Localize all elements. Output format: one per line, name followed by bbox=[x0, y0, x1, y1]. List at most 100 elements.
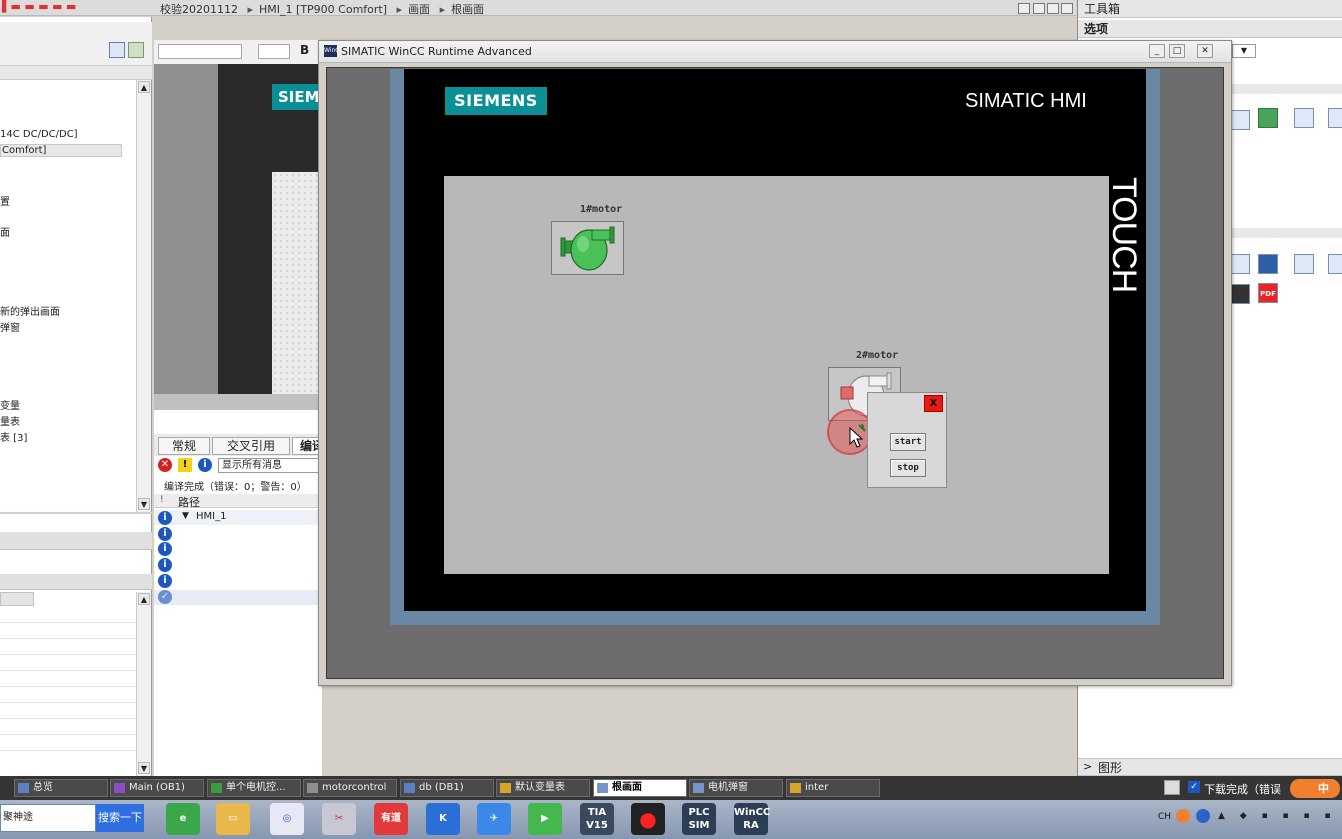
toolbox-graphics[interactable]: 图形 bbox=[1078, 758, 1342, 776]
ime-indicator[interactable]: 中 bbox=[1290, 779, 1340, 798]
tab-db1[interactable]: db (DB1) bbox=[400, 779, 494, 797]
tray-sogou-icon[interactable] bbox=[1176, 809, 1190, 823]
font-select[interactable] bbox=[158, 44, 242, 59]
graphics-expand-icon[interactable]: > bbox=[1083, 760, 1092, 773]
tree-item-popup-new[interactable]: 新的弹出画面 bbox=[0, 303, 60, 318]
tab-single-motor[interactable]: 单个电机控... bbox=[207, 779, 301, 797]
folder-icon[interactable]: ▭ bbox=[216, 803, 250, 835]
bar-icon[interactable] bbox=[1258, 108, 1278, 128]
tree-item-config[interactable]: 置 bbox=[0, 193, 10, 208]
scroll-up-icon[interactable]: ▲ bbox=[138, 81, 150, 93]
tab-default-tag-table[interactable]: 默认变量表 bbox=[496, 779, 590, 797]
camera-icon[interactable] bbox=[1230, 284, 1250, 304]
media-player-icon[interactable] bbox=[1258, 254, 1278, 274]
tab-general[interactable]: 常规 bbox=[158, 437, 210, 455]
tree-view-icon[interactable] bbox=[109, 42, 125, 58]
io-field-icon[interactable] bbox=[1230, 110, 1250, 130]
tia-portal-icon[interactable]: TIA V15 bbox=[580, 803, 614, 835]
inspector-panel: 常规 交叉引用 编译 ✕ ! i 显示所有消息 编译完成（错误：0；警告：0） … bbox=[154, 410, 332, 776]
editor-maximize-button[interactable] bbox=[1047, 3, 1059, 14]
tree-item-tags[interactable]: 变量 bbox=[0, 397, 20, 412]
symbolic-io-icon[interactable] bbox=[1294, 108, 1314, 128]
toolbox-title: 工具箱 bbox=[1078, 0, 1342, 18]
runtime-minimize-button[interactable]: _ bbox=[1149, 44, 1165, 58]
message-filter-select[interactable]: 显示所有消息 bbox=[218, 458, 322, 473]
tree-item-screens[interactable]: 面 bbox=[0, 224, 10, 239]
info-icon: i bbox=[158, 542, 172, 556]
tray-icons[interactable]: ▲ ◆ ▪ ▪ ▪ ▪ bbox=[1218, 811, 1338, 823]
info-icon: i bbox=[158, 527, 172, 541]
youdao-icon[interactable]: 有道 bbox=[374, 803, 408, 835]
editor-restore-button[interactable] bbox=[1033, 3, 1045, 14]
tray-language[interactable]: CH bbox=[1158, 812, 1171, 822]
details-header bbox=[0, 532, 152, 550]
tree-item-tag-table[interactable]: 量表 bbox=[0, 413, 20, 428]
details-selected-cell[interactable] bbox=[0, 592, 34, 606]
editor-device-preview: SIEMENS bbox=[218, 64, 322, 394]
overview-toggle-icon[interactable] bbox=[1164, 780, 1180, 795]
taskbar-search-input[interactable]: 聚神途 bbox=[0, 804, 96, 832]
tab-root-screen[interactable]: 根画面 bbox=[593, 779, 687, 797]
tree-item-plc[interactable]: 14C DC/DC/DC] bbox=[0, 129, 78, 140]
runtime-close-button[interactable]: ✕ bbox=[1197, 44, 1213, 58]
trend-view-icon[interactable] bbox=[1230, 254, 1250, 274]
details-scrollbar[interactable]: ▲ ▼ bbox=[136, 592, 151, 776]
tab-motorcontrol[interactable]: motorcontrol bbox=[303, 779, 397, 797]
f-x-trend-icon[interactable] bbox=[1328, 254, 1342, 274]
warning-filter-icon[interactable]: ! bbox=[178, 458, 192, 472]
pdf-view-icon[interactable]: PDF bbox=[1258, 283, 1278, 303]
font-size-select[interactable] bbox=[258, 44, 290, 59]
scroll-down-icon[interactable]: ▼ bbox=[138, 498, 150, 510]
editor-splitter[interactable] bbox=[154, 394, 322, 410]
expand-arrow-icon[interactable]: ▼ bbox=[182, 511, 189, 521]
compile-row-selected[interactable] bbox=[154, 590, 322, 605]
wincc-runtime-icon[interactable]: WinCC RA bbox=[734, 803, 770, 835]
toolbox-dropdown[interactable]: ▼ bbox=[1232, 44, 1256, 58]
tree-item-popup-motor[interactable]: 弹窗 bbox=[0, 319, 20, 334]
column-path: 路径 bbox=[178, 496, 200, 509]
tree-scrollbar[interactable]: ▲ ▼ bbox=[136, 80, 151, 512]
tree-sync-icon[interactable] bbox=[128, 42, 144, 58]
graphic-io-icon[interactable] bbox=[1328, 108, 1342, 128]
tab-motor-popup[interactable]: 电机弹窗 bbox=[689, 779, 783, 797]
browser-e-icon[interactable]: e bbox=[166, 803, 200, 835]
details-scroll-up-icon[interactable]: ▲ bbox=[138, 593, 150, 605]
motor-1-symbol[interactable] bbox=[551, 221, 624, 275]
bird-icon[interactable]: ✈ bbox=[477, 803, 511, 835]
tab-inter[interactable]: inter bbox=[786, 779, 880, 797]
editor-close-button[interactable] bbox=[1061, 3, 1073, 14]
download-status: 下载完成（错误 bbox=[1204, 783, 1281, 796]
runtime-title-bar[interactable]: WinCC SIMATIC WinCC Runtime Advanced _ □… bbox=[319, 41, 1231, 63]
editor-minimize-button[interactable] bbox=[1018, 3, 1030, 14]
details-scroll-down-icon[interactable]: ▼ bbox=[138, 762, 150, 774]
plcsim-icon[interactable]: PLC SIM bbox=[682, 803, 716, 835]
start-button[interactable]: start bbox=[890, 433, 926, 451]
baidu-icon[interactable]: ◎ bbox=[270, 803, 304, 835]
pump-icon bbox=[560, 226, 615, 271]
tab-cross-reference[interactable]: 交叉引用 bbox=[212, 437, 290, 455]
tag-table-icon bbox=[500, 783, 511, 793]
tab-overview[interactable]: 总览 bbox=[14, 779, 108, 797]
taskbar-search-button[interactable]: 搜索一下 bbox=[96, 804, 144, 832]
tray-help-icon[interactable] bbox=[1196, 809, 1210, 823]
error-filter-icon[interactable]: ✕ bbox=[158, 458, 172, 472]
printer-icon[interactable] bbox=[1294, 254, 1314, 274]
runtime-maximize-button[interactable]: □ bbox=[1169, 44, 1185, 58]
paint-icon[interactable]: ✂ bbox=[322, 803, 356, 835]
tab-label: 默认变量表 bbox=[515, 782, 565, 793]
tree-item-hmi[interactable]: Comfort] bbox=[0, 144, 122, 157]
tab-main-ob1[interactable]: Main (OB1) bbox=[110, 779, 204, 797]
stop-button[interactable]: stop bbox=[890, 459, 926, 477]
windows-taskbar: 聚神途 搜索一下 e ▭ ◎ ✂ 有道 K ✈ ▶ TIA V15 ● PLC … bbox=[0, 800, 1342, 839]
editor-screen-area[interactable] bbox=[272, 172, 322, 394]
info-filter-icon[interactable]: i bbox=[198, 458, 212, 472]
compile-row-hmi[interactable]: ▼ HMI_1 bbox=[154, 510, 322, 525]
record-icon[interactable]: ● bbox=[631, 803, 665, 835]
bold-button[interactable]: B bbox=[300, 43, 309, 57]
hmi-root-screen[interactable]: 1#motor 2#motor bbox=[444, 176, 1109, 574]
play-icon[interactable]: ▶ bbox=[528, 803, 562, 835]
toolbox-options[interactable]: 选项 bbox=[1078, 20, 1342, 38]
tree-item-tag-table-3[interactable]: 表 [3] bbox=[0, 429, 27, 444]
k-app-icon[interactable]: K bbox=[426, 803, 460, 835]
popup-close-button[interactable]: X bbox=[924, 395, 943, 412]
